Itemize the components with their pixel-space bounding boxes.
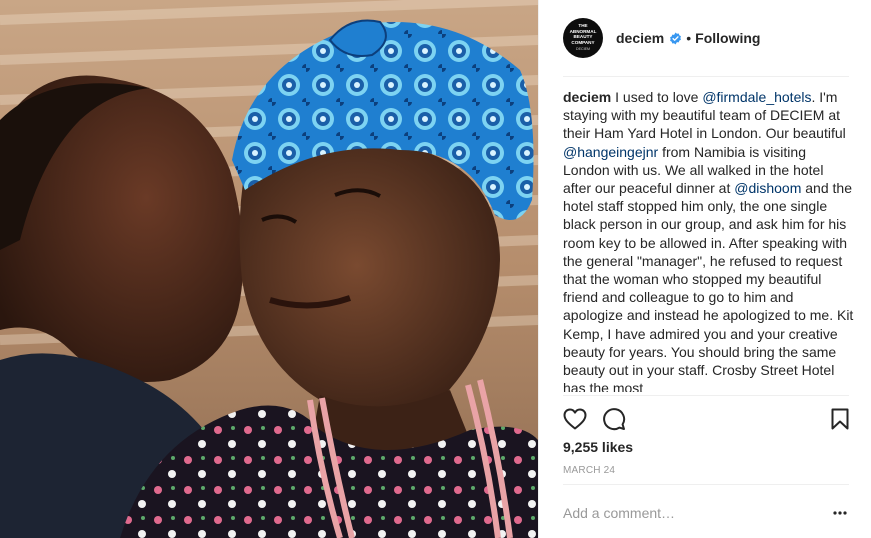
likes-count[interactable]: 9,255 likes (563, 439, 633, 455)
divider (563, 484, 849, 485)
post-side-panel: THE ABNORMAL BEAUTY COMPANY DECIEM decie… (538, 0, 871, 538)
like-button[interactable] (563, 405, 591, 433)
post-header: THE ABNORMAL BEAUTY COMPANY DECIEM decie… (563, 18, 849, 58)
mention-link[interactable]: @dishoom (734, 180, 801, 196)
instagram-post: THE ABNORMAL BEAUTY COMPANY DECIEM decie… (0, 0, 871, 538)
heart-icon (563, 408, 587, 430)
post-date[interactable]: MARCH 24 (563, 465, 615, 476)
verified-badge-icon (670, 32, 682, 44)
caption-text: and the hotel staff stopped him only, th… (563, 180, 854, 392)
caption-text: I used to love (615, 89, 699, 105)
more-options-icon (833, 511, 847, 515)
post-caption: deciem I used to love @firmdale_hotels. … (563, 88, 855, 392)
save-button[interactable] (821, 405, 849, 433)
action-bar (563, 405, 849, 433)
avatar-text-line: COMPANY (571, 39, 595, 45)
mention-link[interactable]: @hangeingejnr (563, 144, 658, 160)
following-button[interactable]: Following (695, 30, 760, 46)
mention-link[interactable]: @firmdale_hotels (702, 89, 811, 105)
post-photo[interactable] (0, 0, 538, 538)
comment-icon (603, 408, 626, 431)
divider (563, 76, 849, 77)
avatar[interactable]: THE ABNORMAL BEAUTY COMPANY DECIEM (563, 18, 603, 58)
more-options-button[interactable] (831, 504, 849, 522)
bookmark-icon (831, 408, 849, 430)
username-link[interactable]: deciem (616, 30, 664, 46)
caption-author-link[interactable]: deciem (563, 89, 611, 105)
divider (563, 395, 849, 396)
avatar-text-line: DECIEM (576, 47, 590, 52)
photo-illustration (0, 0, 538, 538)
comment-button[interactable] (602, 405, 630, 433)
header-separator: • (686, 30, 692, 46)
comment-input[interactable] (563, 500, 803, 526)
